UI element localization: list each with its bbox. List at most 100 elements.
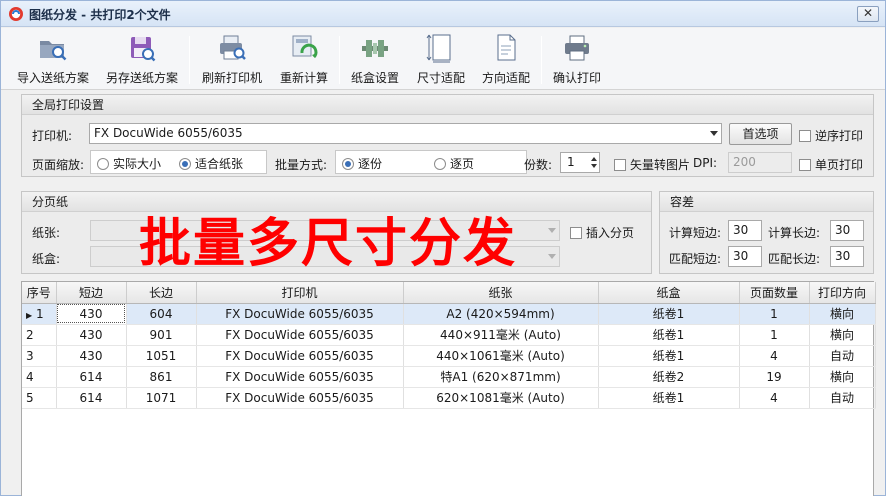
printer-cell[interactable]: FX DocuWide 6055/6035 [196,345,404,367]
paper-cell[interactable]: A2 (420×594mm) [403,303,599,325]
table-row[interactable]: 4 614 861 FX DocuWide 6055/6035 特A1 (620… [22,366,876,388]
calc-long-label: 计算长边: [768,226,821,240]
column-header-long[interactable]: 长边 [126,282,197,304]
tray-cell[interactable]: 纸卷1 [598,345,740,367]
save-plan-label: 另存送纸方案 [105,71,178,85]
confirm-print-button[interactable]: 确认打印 [549,32,605,86]
orientation-cell[interactable]: 自动 [809,387,876,409]
toolbar: 导入送纸方案 另存送纸方案 刷新打印机 重新计算 纸盒设置 尺寸适配 方向适配 … [1,28,885,90]
paper-cell[interactable]: 特A1 (620×871mm) [403,366,599,388]
printer-cell[interactable]: FX DocuWide 6055/6035 [196,324,404,346]
vector-to-image-label: 矢量转图片 [630,158,691,172]
tray-settings-icon [362,40,388,57]
column-header-printer[interactable]: 打印机 [196,282,404,304]
short-edge-cell[interactable]: 430 [56,324,127,346]
short-edge-cell[interactable]: 430 [56,303,127,325]
tray-cell[interactable]: 纸卷1 [598,324,740,346]
short-edge-cell[interactable]: 614 [56,387,127,409]
batch-copy-radio[interactable]: 逐份 [342,155,382,172]
long-edge-cell[interactable]: 1071 [126,387,197,409]
orientation-cell[interactable]: 横向 [809,303,876,325]
save-disk-icon [131,37,156,62]
printer-icon [565,35,589,61]
paper-cell[interactable]: 440×911毫米 (Auto) [403,324,599,346]
scale-fit-label: 适合纸张 [195,157,244,171]
long-edge-cell[interactable]: 1051 [126,345,197,367]
radio-dot [434,158,446,170]
import-plan-button[interactable]: 导入送纸方案 [15,32,91,86]
page-scale-radio-group: 实际大小 适合纸张 [90,150,267,174]
tray-settings-label: 纸盒设置 [350,71,399,85]
close-button[interactable]: ✕ [857,6,879,22]
save-plan-button[interactable]: 另存送纸方案 [103,32,181,86]
short-edge-cell[interactable]: 430 [56,345,127,367]
vector-to-image-checkbox[interactable]: 矢量转图片 [614,156,690,173]
table-row[interactable]: 3 430 1051 FX DocuWide 6055/6035 440×106… [22,345,876,367]
recalculate-label: 重新计算 [279,71,328,85]
calc-short-field[interactable]: 30 [728,220,762,241]
tray-cell[interactable]: 纸卷1 [598,387,740,409]
orientation-fit-button[interactable]: 方向适配 [479,32,533,86]
batch-page-radio[interactable]: 逐页 [434,155,474,172]
scale-fit-radio[interactable]: 适合纸张 [179,155,243,172]
batch-page-label: 逐页 [450,157,475,171]
tray-settings-button[interactable]: 纸盒设置 [347,32,403,86]
column-header-short[interactable]: 短边 [56,282,127,304]
pages-cell[interactable]: 19 [739,366,810,388]
job-grid: 序号 短边 长边 打印机 纸张 纸盒 页面数量 打印方向 ▶ 1 430 604… [22,282,876,409]
paper-cell[interactable]: 620×1081毫米 (Auto) [403,387,599,409]
copies-spinner[interactable]: 1 [560,152,600,173]
orientation-cell[interactable]: 自动 [809,345,876,367]
pages-cell[interactable]: 1 [739,303,810,325]
row-pointer-icon: ▶ [26,310,33,320]
insert-page-checkbox[interactable]: 插入分页 [570,224,634,241]
recalculate-button[interactable]: 重新计算 [275,32,333,86]
printer-cell[interactable]: FX DocuWide 6055/6035 [196,387,404,409]
column-header-orientation[interactable]: 打印方向 [809,282,876,304]
pages-cell[interactable]: 4 [739,387,810,409]
long-edge-cell[interactable]: 861 [126,366,197,388]
printer-cell[interactable]: FX DocuWide 6055/6035 [196,366,404,388]
tray-cell[interactable]: 纸卷1 [598,303,740,325]
table-row[interactable]: ▶ 1 430 604 FX DocuWide 6055/6035 A2 (42… [22,303,876,325]
single-page-checkbox[interactable]: 单页打印 [799,156,863,173]
printer-select[interactable]: FX DocuWide 6055/6035 [89,123,722,144]
match-short-field[interactable]: 30 [728,246,762,267]
table-row[interactable]: 2 430 901 FX DocuWide 6055/6035 440×911毫… [22,324,876,346]
match-long-field[interactable]: 30 [830,246,864,267]
preferences-button[interactable]: 首选项 [729,123,792,145]
size-fit-button[interactable]: 尺寸适配 [413,32,469,86]
pages-cell[interactable]: 1 [739,324,810,346]
paper-label: 纸张: [32,226,61,240]
refresh-printer-label: 刷新打印机 [201,71,262,85]
chevron-down-icon [548,254,556,259]
column-header-index[interactable]: 序号 [22,282,57,304]
orientation-cell[interactable]: 横向 [809,324,876,346]
orientation-cell[interactable]: 横向 [809,366,876,388]
batch-mode-label: 批量方式: [275,158,328,172]
toolbar-separator [189,36,190,84]
column-header-pages[interactable]: 页面数量 [739,282,810,304]
calc-long-field[interactable]: 30 [830,220,864,241]
long-edge-cell[interactable]: 604 [126,303,197,325]
table-row[interactable]: 5 614 1071 FX DocuWide 6055/6035 620×108… [22,387,876,409]
spin-up-icon[interactable] [591,157,597,161]
spin-down-icon[interactable] [591,164,597,168]
scale-actual-radio[interactable]: 实际大小 [97,155,161,172]
refresh-printer-button[interactable]: 刷新打印机 [199,32,265,86]
reverse-print-checkbox[interactable]: 逆序打印 [799,127,863,144]
paper-cell[interactable]: 440×1061毫米 (Auto) [403,345,599,367]
long-edge-cell[interactable]: 901 [126,324,197,346]
pages-cell[interactable]: 4 [739,345,810,367]
insert-page-label: 插入分页 [586,226,635,240]
column-header-paper[interactable]: 纸张 [403,282,599,304]
single-page-label: 单页打印 [815,158,864,172]
group-title: 容差 [660,192,873,212]
tray-cell[interactable]: 纸卷2 [598,366,740,388]
dpi-field[interactable]: 200 [728,152,792,173]
row-index-cell: 2 [22,324,57,346]
printer-cell[interactable]: FX DocuWide 6055/6035 [196,303,404,325]
folder-search-icon [40,41,67,61]
column-header-tray[interactable]: 纸盒 [598,282,740,304]
short-edge-cell[interactable]: 614 [56,366,127,388]
